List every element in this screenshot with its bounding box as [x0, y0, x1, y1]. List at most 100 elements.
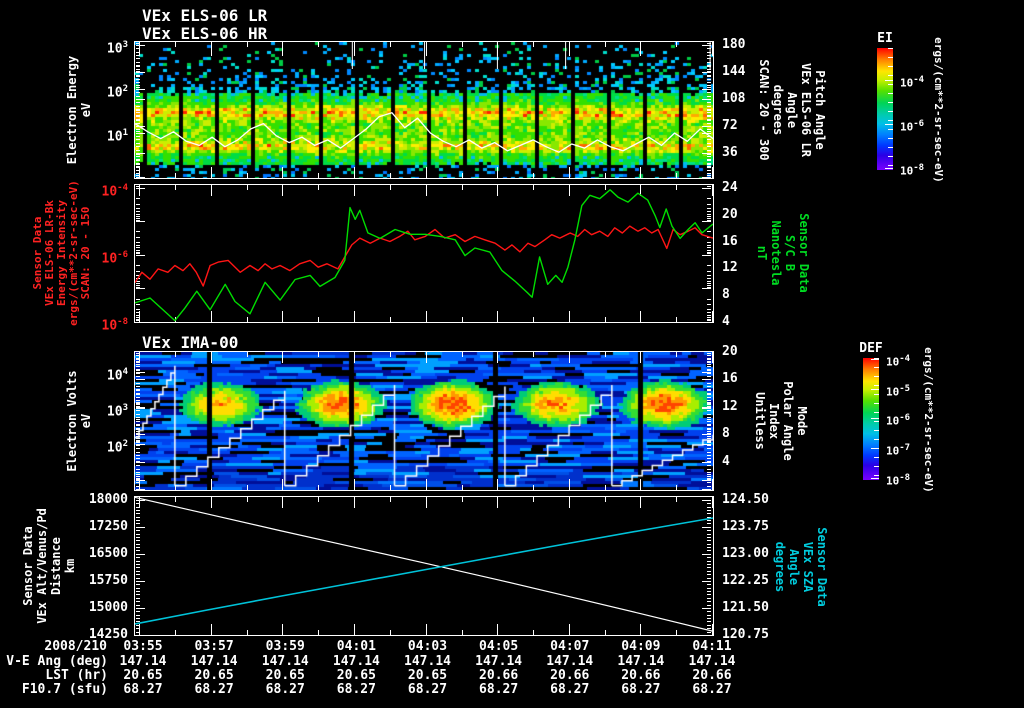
axis-tick — [136, 366, 140, 367]
y-tick-label-left: 18000 — [88, 491, 128, 507]
axis-tick — [707, 370, 711, 371]
els-overlay — [135, 42, 713, 153]
axis-tick — [136, 472, 140, 473]
y-tick-label-left: 103 — [106, 39, 128, 57]
time-axis-label: 03:57 — [194, 639, 234, 654]
axis-tick — [871, 478, 879, 479]
axis-tick — [707, 421, 711, 422]
axis-tick — [707, 425, 711, 426]
footer-value: 68.27 — [336, 682, 376, 697]
y-tick-label-right: 12 — [722, 260, 738, 276]
axis-tick — [707, 482, 711, 483]
axis-tick — [136, 424, 140, 425]
axis-tick — [707, 452, 711, 453]
footer-value: 68.27 — [407, 682, 448, 697]
axis-tick — [707, 410, 711, 411]
axis-tick — [136, 445, 140, 446]
y-axis-title-electron-energy: Electron Energy eV — [65, 55, 93, 165]
axis-tick — [175, 352, 176, 357]
axis-tick — [247, 485, 248, 490]
axis-tick — [707, 469, 711, 470]
footer-value: 20.66 — [621, 668, 661, 683]
axis-tick — [707, 414, 711, 415]
axis-tick — [136, 404, 140, 405]
axis-tick — [707, 355, 711, 356]
y-tick-label-right: 16 — [722, 233, 738, 249]
colorbar-title-def: DEF — [859, 341, 883, 356]
axis-tick — [354, 479, 355, 490]
data-series-line — [135, 189, 713, 322]
colorbar-def — [863, 358, 879, 480]
plot-area-sensor-b — [135, 185, 713, 322]
axis-tick — [707, 476, 711, 477]
footer-value: 147.14 — [119, 654, 167, 669]
footer-value: 68.27 — [265, 682, 305, 697]
y-tick-label-right: 20 — [722, 206, 738, 222]
plot-area-trajectory — [135, 497, 713, 635]
y-tick-label-right: 124.50 — [722, 491, 769, 507]
axis-tick — [707, 436, 711, 437]
axis-tick — [426, 352, 427, 363]
axis-tick — [136, 436, 140, 437]
axis-tick — [707, 376, 711, 377]
footer-value: 147.14 — [617, 654, 665, 669]
axis-tick — [462, 352, 463, 357]
colorbar-tick-label: 10-4 — [886, 354, 911, 369]
axis-tick — [707, 386, 711, 387]
axis-tick — [136, 393, 140, 394]
axis-tick — [136, 376, 140, 377]
axis-tick — [136, 421, 140, 422]
y-tick-label-right: 72 — [722, 117, 738, 133]
axis-tick — [136, 438, 140, 439]
plot-area-ima-spectrogram — [135, 352, 713, 490]
axis-tick — [426, 479, 427, 490]
footer-value: 20.65 — [194, 668, 234, 683]
axis-tick — [211, 352, 212, 363]
footer-value: 147.14 — [404, 654, 451, 669]
footer-value: 68.27 — [479, 682, 519, 697]
y-tick-label-right: 16 — [722, 371, 738, 387]
axis-tick — [354, 352, 355, 363]
colorbar-tick-label: 10-4 — [900, 74, 925, 90]
footer-value: 20.65 — [123, 668, 163, 683]
axis-tick — [707, 373, 711, 374]
axis-tick — [462, 485, 463, 490]
data-series-line — [135, 112, 713, 153]
footer-value: 68.27 — [621, 682, 661, 697]
axis-tick — [605, 352, 606, 357]
axis-tick — [707, 428, 711, 429]
y-tick-label-right: 108 — [722, 90, 746, 106]
axis-tick — [136, 390, 140, 391]
footer-value: 68.27 — [123, 682, 163, 697]
axis-tick — [707, 400, 711, 401]
footer-row-label: F10.7 (sfu) — [21, 682, 108, 697]
axis-tick — [712, 352, 713, 363]
y-tick-label-left: 103 — [106, 402, 128, 420]
axis-tick — [707, 472, 711, 473]
axis-tick — [136, 364, 140, 365]
y-tick-label-left: 102 — [106, 83, 128, 101]
y-tick-label-left: 101 — [106, 127, 128, 145]
y-tick-label-right: 12 — [722, 398, 738, 414]
y-tick-label-left: 102 — [106, 438, 128, 456]
data-series-line — [135, 517, 713, 625]
axis-tick — [885, 124, 893, 125]
footer-value: 147.14 — [475, 654, 523, 669]
axis-tick — [136, 370, 140, 371]
plot-title-els-lr: VEx ELS-06 LR — [142, 6, 268, 25]
axis-tick — [136, 465, 140, 466]
axis-tick — [605, 485, 606, 490]
y-tick-label-right: 24 — [722, 180, 738, 195]
axis-tick — [569, 352, 570, 363]
data-series-line — [135, 497, 713, 632]
y-tick-label-right: 4 — [722, 453, 730, 469]
plot-area-els-spectrogram — [135, 42, 713, 178]
axis-tick — [707, 448, 711, 449]
axis-tick — [136, 448, 140, 449]
axis-tick — [136, 458, 140, 459]
axis-tick — [136, 410, 140, 411]
y-tick-label-left: 15000 — [88, 599, 128, 615]
colorbar-title-ei: EI — [877, 31, 893, 46]
axis-tick — [175, 485, 176, 490]
colorbar-tick-label: 10-8 — [886, 472, 911, 488]
